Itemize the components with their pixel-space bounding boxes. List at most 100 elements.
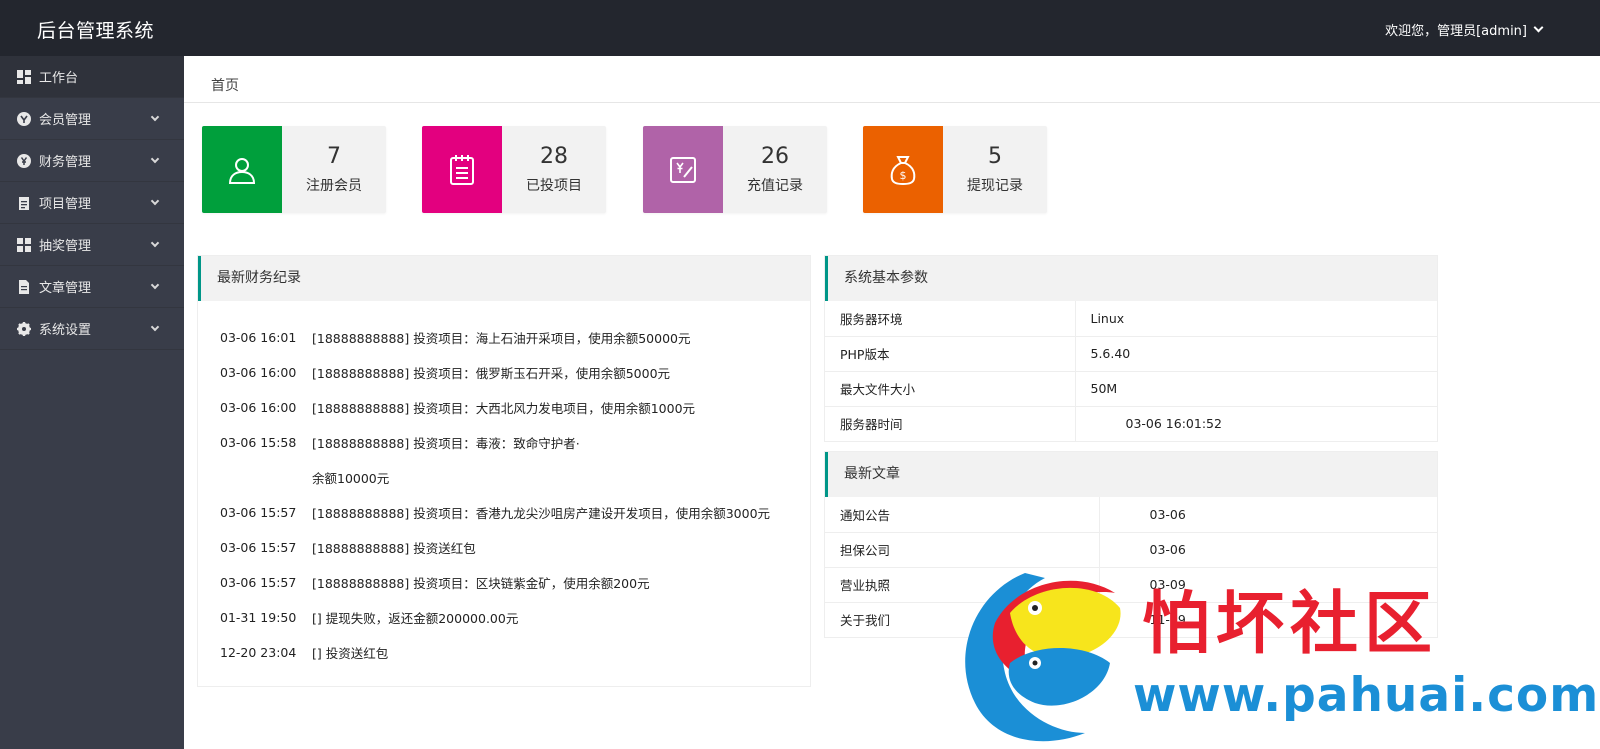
sidebar-item-label: 财务管理 [39, 155, 92, 170]
param-value: Linux [1074, 301, 1437, 337]
user-menu[interactable]: 欢迎您，管理员[admin] [1385, 20, 1544, 39]
table-row: PHP版本 5.6.40 [825, 336, 1437, 372]
chevron-down-icon [1533, 22, 1544, 33]
system-panel-title: 系统基本参数 [825, 256, 1437, 301]
finance-panel: 最新财务纪录 03-06 16:01 [18888888888] 投资项目：海上石… [197, 255, 811, 687]
record-text: 余额10000元 [312, 471, 390, 486]
grid-icon [17, 237, 31, 252]
document-icon [17, 279, 31, 294]
articles-panel-title: 最新文章 [825, 452, 1437, 497]
article-title[interactable]: 担保公司 [825, 532, 1099, 568]
system-table: 服务器环境 Linux PHP版本 5.6.40 最大文件大小 50M 服务器时间 03… [825, 301, 1437, 442]
article-date: 03-06 [1098, 532, 1437, 568]
dashboard-icon [17, 69, 31, 84]
sidebar-item-label: 工作台 [39, 71, 79, 86]
record-time: 03-06 16:00 [220, 400, 297, 415]
chevron-down-icon [150, 322, 160, 332]
param-key: 最大文件大小 [825, 371, 1075, 407]
table-row: 服务器环境 Linux [825, 301, 1437, 337]
chevron-down-icon [150, 196, 160, 206]
record-text: [18888888888] 投资送红包 [312, 541, 476, 556]
param-value: 03-06 16:01:52 [1074, 406, 1437, 442]
list-item: 03-06 16:00 [18888888888] 投资项目：大西北风力发电项目，… [220, 390, 810, 425]
clipboard-icon [17, 196, 31, 210]
list-item: 03-06 15:57 [18888888888] 投资项目：区块链紫金矿，使用余… [220, 565, 810, 600]
user-icon [202, 126, 282, 213]
gear-icon [17, 321, 31, 336]
stat-label: 已投项目 [526, 178, 582, 194]
recharge-icon [643, 126, 723, 213]
sidebar-item-label: 文章管理 [39, 281, 92, 296]
stat-card-recharge[interactable]: 26 充值记录 [643, 126, 827, 213]
money-bag-icon: $ [863, 126, 943, 213]
list-item: 03-06 15:57 [18888888888] 投资送红包 [220, 530, 810, 565]
stat-value: 26 [761, 144, 789, 169]
chevron-down-icon [150, 238, 160, 248]
record-time: 03-06 15:57 [220, 540, 297, 555]
stat-label: 提现记录 [967, 178, 1023, 194]
record-text: [18888888888] 投资项目：大西北风力发电项目，使用余额1000元 [312, 401, 696, 416]
record-time: 03-06 15:58 [220, 435, 297, 450]
table-row[interactable]: 通知公告 03-06 [825, 497, 1437, 533]
record-text: [18888888888] 投资项目：毒液：致命守护者· [312, 436, 580, 451]
sidebar-item-articles[interactable]: 文章管理 [0, 266, 184, 308]
list-item: 03-06 15:58 [18888888888] 投资项目：毒液：致命守护者· [220, 425, 810, 460]
finance-list: 03-06 16:01 [18888888888] 投资项目：海上石油开采项目，使… [198, 301, 810, 670]
list-item: 余额10000元 [220, 460, 810, 495]
stat-label: 注册会员 [306, 178, 362, 194]
list-item: 03-06 16:00 [18888888888] 投资项目：俄罗斯玉石开采，使用… [220, 355, 810, 390]
list-item: 12-20 23:04 [] 投资送红包 [220, 635, 810, 670]
table-row[interactable]: 担保公司 03-06 [825, 532, 1437, 568]
record-text: [18888888888] 投资项目：俄罗斯玉石开采，使用余额5000元 [312, 366, 671, 381]
stat-value: 28 [540, 144, 568, 169]
sidebar-item-label: 系统设置 [39, 323, 92, 338]
param-key: PHP版本 [825, 336, 1075, 372]
record-text: [18888888888] 投资项目：香港九龙尖沙咀房产建设开发项目，使用余额3… [312, 506, 771, 521]
stat-card-members[interactable]: 7 注册会员 [202, 126, 386, 213]
stat-card-projects[interactable]: 28 已投项目 [422, 126, 606, 213]
sidebar-item-members[interactable]: 会员管理 [0, 98, 184, 140]
record-time: 12-20 23:04 [220, 645, 297, 660]
sidebar-item-settings[interactable]: 系统设置 [0, 308, 184, 350]
list-item: 01-31 19:50 [] 提现失败，返还金额200000.00元 [220, 600, 810, 635]
record-time: 01-31 19:50 [220, 610, 297, 625]
member-icon [17, 111, 31, 126]
finance-panel-title: 最新财务纪录 [198, 256, 810, 301]
system-panel: 系统基本参数 服务器环境 Linux PHP版本 5.6.40 最大文件大小 50M … [824, 255, 1438, 442]
list-item: 03-06 16:01 [18888888888] 投资项目：海上石油开采项目，使… [220, 320, 810, 355]
breadcrumb-home[interactable]: 首页 [211, 75, 239, 95]
record-text: [18888888888] 投资项目：区块链紫金矿，使用余额200元 [312, 576, 650, 591]
param-value: 50M [1074, 371, 1437, 407]
chevron-down-icon [150, 112, 160, 122]
record-text: [18888888888] 投资项目：海上石油开采项目，使用余额50000元 [312, 331, 691, 346]
sidebar-item-finance[interactable]: 财务管理 [0, 140, 184, 182]
table-row: 最大文件大小 50M [825, 371, 1437, 407]
svg-text:$: $ [900, 169, 907, 182]
record-text: [] 提现失败，返还金额200000.00元 [312, 611, 519, 626]
user-label: 欢迎您，管理员[admin] [1385, 24, 1527, 39]
notepad-icon [422, 126, 502, 213]
sidebar-item-label: 会员管理 [39, 113, 92, 128]
stat-value: 7 [327, 144, 341, 169]
param-value: 5.6.40 [1074, 336, 1437, 372]
article-date: 03-06 [1098, 497, 1437, 533]
watermark-url: www.pahuai.com [1133, 668, 1600, 723]
yen-icon [17, 153, 31, 168]
param-key: 服务器时间 [825, 406, 1075, 442]
sidebar-item-label: 项目管理 [39, 197, 92, 212]
chevron-down-icon [150, 154, 160, 164]
sidebar-item-projects[interactable]: 项目管理 [0, 182, 184, 224]
param-key: 服务器环境 [825, 301, 1075, 337]
record-time: 03-06 16:00 [220, 365, 297, 380]
record-time: 03-06 16:01 [220, 330, 297, 345]
app-title: 后台管理系统 [37, 20, 155, 42]
sidebar-item-lottery[interactable]: 抽奖管理 [0, 224, 184, 266]
table-row: 服务器时间 03-06 16:01:52 [825, 406, 1437, 442]
stat-label: 充值记录 [747, 178, 803, 194]
article-title[interactable]: 通知公告 [825, 497, 1099, 533]
stat-card-withdraw[interactable]: $ 5 提现记录 [863, 126, 1047, 213]
record-text: [] 投资送红包 [312, 646, 389, 661]
sidebar-item-dashboard[interactable]: 工作台 [0, 56, 184, 98]
chevron-down-icon [150, 280, 160, 290]
breadcrumb: 首页 [184, 56, 1600, 103]
